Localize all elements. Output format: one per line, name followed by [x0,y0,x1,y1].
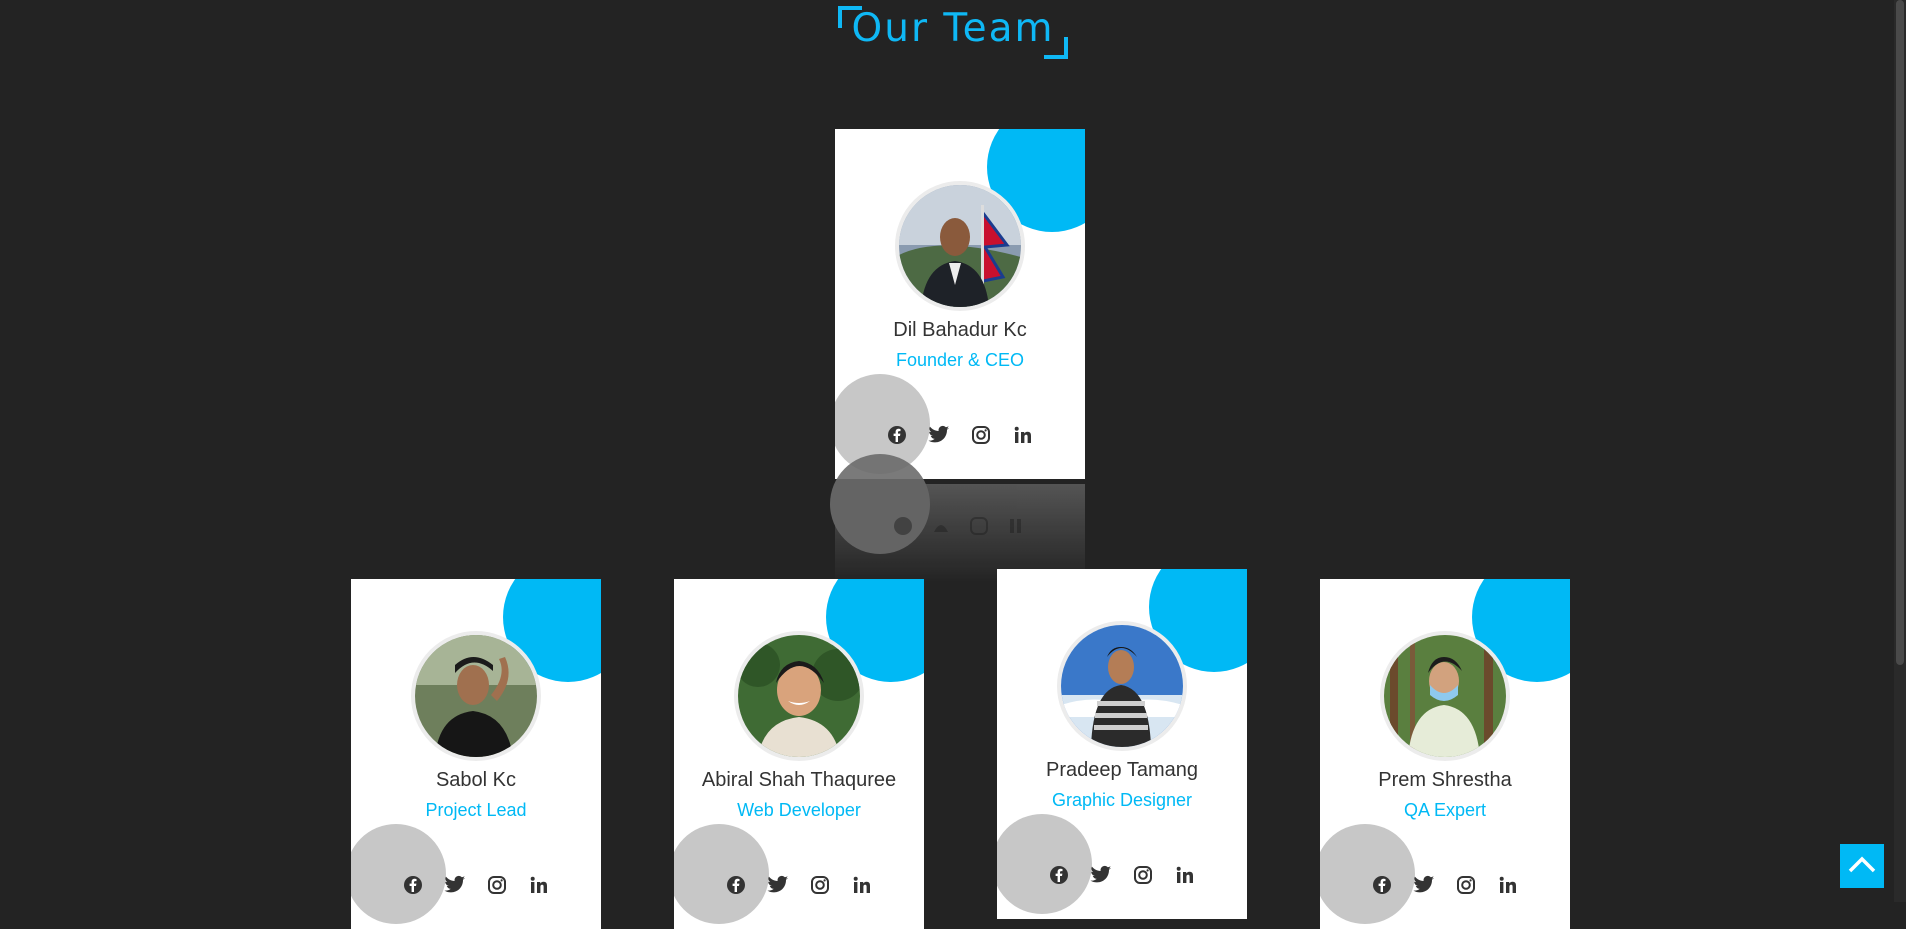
avatar [734,631,864,761]
team-card-graphic-designer: Pradeep Tamang Graphic Designer [997,569,1247,919]
page-scrollbar[interactable] [1894,0,1906,902]
social-links [351,873,601,897]
instagram-reflection-icon [969,516,989,540]
title-bracket-bottom-right [1044,37,1069,59]
avatar [1380,631,1510,761]
twitter-icon[interactable] [443,873,467,897]
section-header: Our Team [0,4,1906,59]
reflection-icons [835,516,1085,540]
linkedin-icon[interactable] [1011,423,1035,447]
linkedin-icon[interactable] [850,873,874,897]
facebook-icon[interactable] [1370,873,1394,897]
twitter-icon[interactable] [1089,863,1113,887]
member-name: Pradeep Tamang [1046,759,1198,781]
member-role: Project Lead [425,800,527,820]
member-role: Web Developer [737,800,861,820]
member-role: Graphic Designer [1051,790,1193,810]
twitter-icon[interactable] [766,873,790,897]
linkedin-reflection-icon [1007,516,1027,540]
member-name: Sabol Kc [435,769,517,791]
instagram-icon[interactable] [1454,873,1478,897]
avatar [411,631,541,761]
member-name: Prem Shrestha [1378,769,1512,791]
twitter-icon[interactable] [1412,873,1436,897]
avatar [895,181,1025,311]
linkedin-icon[interactable] [1496,873,1520,897]
member-name: Dil Bahadur Kc [893,319,1027,341]
instagram-icon[interactable] [969,423,993,447]
facebook-icon[interactable] [1047,863,1071,887]
avatar [1057,621,1187,751]
social-links [674,873,924,897]
linkedin-icon[interactable] [1173,863,1197,887]
team-card-qa-expert: Prem Shrestha QA Expert [1320,579,1570,929]
facebook-reflection-icon [893,516,913,540]
twitter-reflection-icon [931,516,951,540]
social-links [835,423,1085,447]
instagram-icon[interactable] [1131,863,1155,887]
scrollbar-thumb[interactable] [1896,0,1904,665]
team-card-project-lead: Sabol Kc Project Lead [351,579,601,929]
team-card-founder: Dil Bahadur Kc Founder & CEO [835,129,1085,479]
facebook-icon[interactable] [724,873,748,897]
social-links [997,863,1247,887]
facebook-icon[interactable] [885,423,909,447]
section-title: Our Team [837,4,1069,59]
member-role: Founder & CEO [895,350,1025,370]
facebook-icon[interactable] [401,873,425,897]
title-bracket-top-left [837,6,862,28]
instagram-icon[interactable] [808,873,832,897]
scroll-to-top-button[interactable] [1840,844,1884,888]
member-role: QA Expert [1403,800,1487,820]
linkedin-icon[interactable] [527,873,551,897]
instagram-icon[interactable] [485,873,509,897]
social-links [1320,873,1570,897]
chevron-up-icon [1847,854,1877,878]
member-name: Abiral Shah Thaquree [701,769,897,791]
section-title-text: Our Team [851,6,1055,51]
team-card-web-developer: Abiral Shah Thaquree Web Developer [674,579,924,929]
twitter-icon[interactable] [927,423,951,447]
